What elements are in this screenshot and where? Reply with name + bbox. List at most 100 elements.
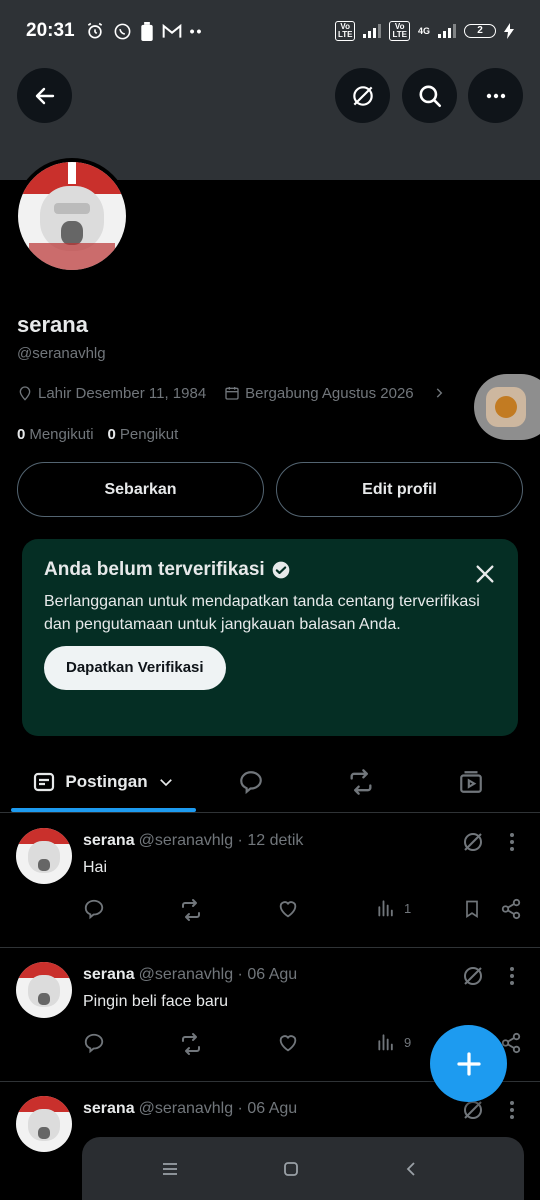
post-more-button[interactable]	[503, 1098, 521, 1122]
post-more-button[interactable]	[503, 964, 521, 988]
avatar-image	[18, 162, 126, 270]
get-verified-button[interactable]: Dapatkan Verifikasi	[44, 646, 226, 690]
profile-meta: Lahir Desember 11, 1984 Bergabung Agustu…	[17, 384, 446, 402]
post-author-name[interactable]: serana	[83, 1100, 135, 1117]
system-navigation-bar	[82, 1137, 524, 1200]
volte-icon-2: Vo LTE	[389, 21, 410, 41]
post-avatar-image	[16, 828, 72, 884]
join-date: Bergabung Agustus 2026	[224, 385, 414, 402]
post-text: Hai	[83, 859, 108, 876]
status-notification-icons: ••	[85, 21, 204, 41]
like-action[interactable]	[277, 1032, 299, 1054]
views-count: 1	[404, 900, 412, 916]
edit-profile-button[interactable]: Edit profil	[276, 462, 523, 517]
gmail-icon	[162, 23, 181, 38]
post-author-name[interactable]: serana	[83, 832, 135, 849]
share-icon	[501, 898, 521, 920]
post-header: serana @seranavhlg · 06 Agu	[83, 1100, 297, 1118]
floating-assistant-bubble[interactable]	[474, 374, 540, 440]
grok-icon	[464, 833, 482, 851]
posts-icon	[34, 772, 55, 792]
tab-reposts[interactable]	[326, 752, 396, 812]
post-grok-button[interactable]	[461, 964, 485, 988]
heart-icon	[279, 901, 297, 918]
chevron-down-icon	[159, 779, 172, 787]
views-action[interactable]: 1	[376, 898, 411, 918]
status-right-icons: Vo LTE Vo LTE 4G 2	[334, 21, 514, 41]
more-options-button[interactable]	[468, 68, 523, 123]
verification-card: Anda belum terverifikasi Berlangganan un…	[22, 539, 518, 736]
arrow-left-icon	[35, 87, 54, 104]
post-avatar[interactable]	[16, 962, 72, 1018]
post-text: Pingin beli face baru	[83, 993, 228, 1010]
post-avatar[interactable]	[16, 828, 72, 884]
assistant-bubble-icon	[486, 387, 526, 427]
grok-icon	[352, 85, 373, 106]
recent-apps-button[interactable]	[162, 1162, 202, 1176]
reply-action[interactable]	[83, 1032, 105, 1054]
bookmark-icon	[466, 900, 478, 919]
following-count: 0	[17, 426, 26, 443]
post-avatar[interactable]	[16, 1096, 72, 1152]
bookmark-action[interactable]	[462, 898, 482, 920]
profile-name: serana	[17, 312, 88, 337]
more-notifications-icon: ••	[189, 23, 204, 39]
compose-post-button[interactable]	[430, 1025, 507, 1102]
system-back-button[interactable]	[404, 1161, 444, 1177]
reply-action[interactable]	[83, 898, 105, 920]
post-meta: @seranavhlg · 06 Agu	[138, 1100, 298, 1117]
status-bar: 20:31 •• Vo LTE Vo LTE 4G 2	[0, 0, 540, 62]
verification-close-button[interactable]	[474, 563, 496, 585]
network-type: 4G	[417, 26, 430, 36]
post-more-button[interactable]	[503, 830, 521, 854]
signal-icon-2	[438, 24, 456, 38]
verification-title-text: Anda belum terverifikasi	[44, 559, 265, 580]
more-horizontal-icon	[486, 93, 505, 98]
more-vertical-icon	[510, 833, 514, 851]
post-author-name[interactable]: serana	[83, 966, 135, 983]
share-button[interactable]: Sebarkan	[17, 462, 264, 517]
tab-media[interactable]	[436, 752, 506, 812]
close-icon	[476, 565, 494, 583]
post-avatar-image	[16, 962, 72, 1018]
tab-replies[interactable]	[216, 752, 286, 812]
like-action[interactable]	[277, 898, 299, 920]
search-icon	[418, 84, 441, 107]
search-button[interactable]	[402, 68, 457, 123]
following-link[interactable]: 0 Mengikuti	[17, 426, 94, 443]
followers-label: Pengikut	[119, 426, 179, 443]
battery-level: 2	[477, 25, 483, 36]
post-meta: @seranavhlg · 06 Agu	[138, 966, 298, 983]
media-icon	[460, 771, 482, 793]
grok-button[interactable]	[335, 68, 390, 123]
repost-action[interactable]	[179, 898, 203, 922]
verification-title: Anda belum terverifikasi	[44, 559, 496, 581]
post-item[interactable]: serana @seranavhlg · 12 detik Hai 1	[0, 814, 540, 948]
reply-icon	[240, 771, 262, 795]
whatsapp-icon	[114, 23, 131, 39]
tabs-divider	[0, 812, 540, 813]
back-button[interactable]	[17, 68, 72, 123]
repost-action[interactable]	[179, 1032, 203, 1056]
battery-saver-icon	[140, 21, 153, 41]
alarm-icon	[87, 22, 102, 39]
home-button[interactable]	[283, 1161, 323, 1177]
tab-posts[interactable]: Postingan	[11, 752, 196, 812]
share-action[interactable]	[500, 898, 522, 920]
reply-icon	[84, 1033, 104, 1054]
charging-icon	[504, 23, 514, 39]
profile-avatar[interactable]	[14, 158, 130, 274]
views-action[interactable]: 9	[376, 1032, 411, 1052]
chevron-right-icon[interactable]	[432, 386, 446, 400]
profile-handle: @seranavhlg	[17, 345, 106, 362]
profile-tabs: Postingan	[0, 752, 540, 812]
followers-link[interactable]: 0 Pengikut	[108, 426, 179, 443]
post-grok-button[interactable]	[461, 830, 485, 854]
volte-icon: Vo LTE	[334, 21, 356, 41]
followers-count: 0	[107, 426, 116, 443]
birth-date: Lahir Desember 11, 1984	[17, 384, 206, 402]
plus-icon	[456, 1051, 481, 1076]
repost-icon	[182, 899, 200, 921]
home-square-icon	[284, 1161, 298, 1176]
views-count: 9	[404, 1034, 412, 1050]
